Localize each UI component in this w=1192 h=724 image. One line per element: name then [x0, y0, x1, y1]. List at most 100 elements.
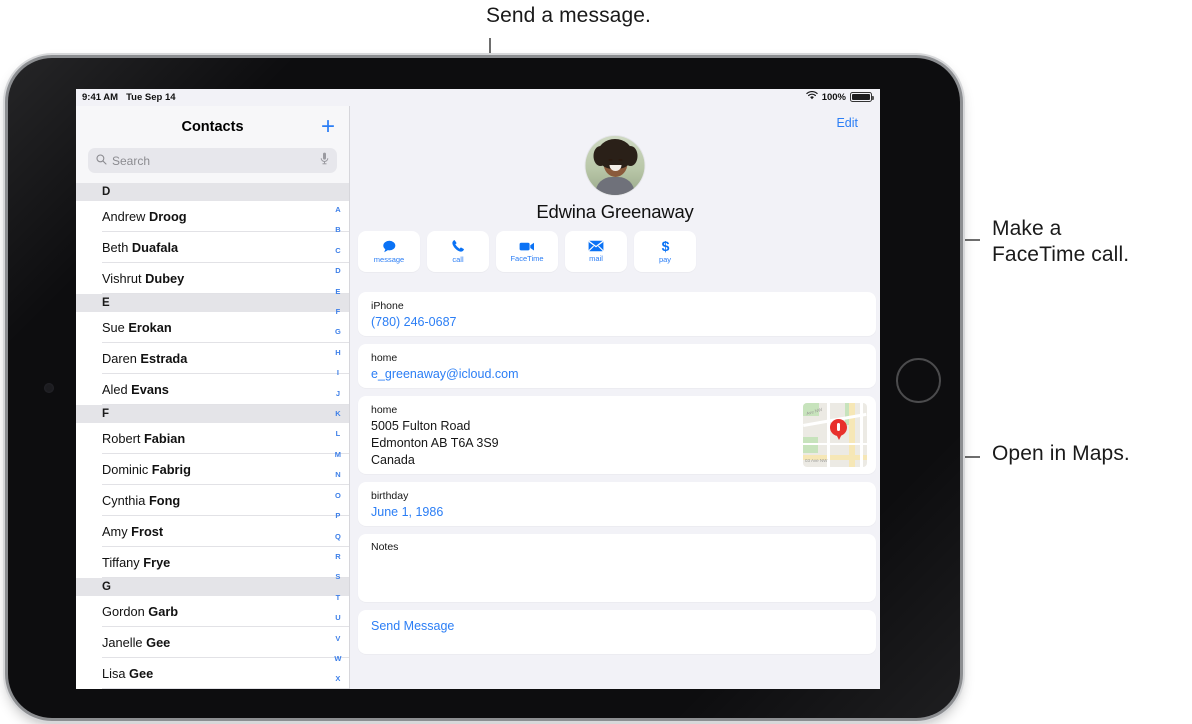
- contact-family-name: Estrada: [140, 351, 188, 366]
- quick-action-row: message call FaceTime mail $ pay: [356, 231, 874, 272]
- battery-percent-label: 100%: [821, 91, 846, 103]
- index-letter-j[interactable]: J: [336, 384, 340, 404]
- phone-icon: [451, 239, 465, 253]
- mail-button[interactable]: mail: [565, 231, 627, 272]
- index-letter-b[interactable]: B: [335, 220, 341, 240]
- contact-family-name: Fabian: [143, 431, 186, 446]
- phone-field-card[interactable]: iPhone (780) 246-0687: [358, 292, 876, 336]
- wifi-icon: [805, 91, 818, 103]
- index-letter-r[interactable]: R: [335, 547, 341, 567]
- contact-family-name: Dubey: [145, 271, 185, 286]
- notes-label: Notes: [371, 541, 399, 553]
- list-item[interactable]: Daren Estrada: [76, 343, 349, 374]
- add-contact-button[interactable]: +: [321, 115, 335, 139]
- index-letter-m[interactable]: M: [335, 445, 341, 465]
- list-item[interactable]: Lisa Gee: [76, 658, 349, 689]
- send-message-link[interactable]: Send Message: [371, 619, 863, 633]
- list-item[interactable]: Sue Erokan: [76, 312, 349, 343]
- index-letter-s[interactable]: S: [335, 567, 340, 587]
- list-item[interactable]: Robert Fabian: [76, 423, 349, 454]
- notes-field-card[interactable]: Notes: [358, 534, 876, 602]
- index-letter-l[interactable]: L: [336, 424, 341, 444]
- contact-given-name: Janelle: [102, 635, 147, 650]
- index-letter-t[interactable]: T: [336, 588, 341, 608]
- address-line-3: Canada: [371, 453, 415, 467]
- message-button[interactable]: message: [358, 231, 420, 272]
- microphone-icon[interactable]: [320, 152, 329, 170]
- index-letter-o[interactable]: O: [335, 486, 341, 506]
- contact-family-name: Gee: [129, 666, 154, 681]
- index-letter-k[interactable]: K: [335, 404, 341, 424]
- contact-name: Edwina Greenaway: [536, 201, 694, 222]
- edit-button[interactable]: Edit: [836, 116, 858, 130]
- svg-text:$: $: [661, 239, 669, 253]
- contact-given-name: Beth: [102, 240, 132, 255]
- index-letter-u[interactable]: U: [335, 608, 341, 628]
- address-field-card[interactable]: home 5005 Fulton Road Edmonton AB T6A 3S…: [358, 396, 876, 474]
- map-pin-icon: [830, 419, 847, 440]
- contact-family-name: Duafala: [131, 240, 179, 255]
- list-item[interactable]: Dominic Fabrig: [76, 454, 349, 485]
- index-letter-i[interactable]: I: [337, 363, 339, 383]
- search-field[interactable]: [88, 148, 337, 173]
- email-value[interactable]: e_greenaway@icloud.com: [371, 366, 863, 383]
- facetime-button-label: FaceTime: [510, 253, 544, 263]
- pay-button[interactable]: $ pay: [634, 231, 696, 272]
- index-letter-h[interactable]: H: [335, 343, 341, 363]
- index-letter-n[interactable]: N: [335, 465, 341, 485]
- index-letter-f[interactable]: F: [336, 302, 341, 322]
- call-button[interactable]: call: [427, 231, 489, 272]
- pay-button-label: pay: [658, 255, 672, 264]
- status-bar: 9:41 AM Tue Sep 14 100%: [76, 89, 880, 106]
- email-label: home: [371, 352, 398, 364]
- battery-full-icon: [850, 92, 874, 102]
- index-letter-q[interactable]: Q: [335, 527, 341, 547]
- index-letter-v[interactable]: V: [335, 629, 340, 649]
- index-letter-p[interactable]: P: [335, 506, 340, 526]
- contact-given-name: Andrew: [102, 209, 149, 224]
- send-message-card[interactable]: Send Message: [358, 610, 876, 654]
- list-item[interactable]: Cynthia Fong: [76, 485, 349, 516]
- contact-given-name: Tiffany: [102, 555, 144, 570]
- list-item[interactable]: Gordon Garb: [76, 596, 349, 627]
- contacts-scroll-area[interactable]: D Andrew Droog Beth Duafala Vishrut Dubey E S…: [76, 183, 349, 689]
- index-letter-a[interactable]: A: [335, 200, 341, 220]
- list-item[interactable]: Janelle Gee: [76, 627, 349, 658]
- email-field-card[interactable]: home e_greenaway@icloud.com: [358, 344, 876, 388]
- list-item[interactable]: Aled Evans: [76, 374, 349, 405]
- status-time: 9:41 AM: [82, 92, 119, 103]
- section-header: D: [76, 183, 349, 201]
- contact-detail-pane: Edit Edwina Greenaway message call FaceT…: [350, 106, 880, 689]
- index-letter-c[interactable]: C: [335, 241, 341, 261]
- list-item[interactable]: Amy Frost: [76, 516, 349, 547]
- contacts-list-pane: Contacts + Search D Andrew Droog Beth Du…: [76, 106, 350, 689]
- contact-family-name: Garb: [148, 604, 179, 619]
- contact-given-name: Amy: [102, 524, 132, 539]
- address-label: home: [371, 404, 398, 416]
- index-letter-d[interactable]: D: [335, 261, 341, 281]
- envelope-icon: [588, 240, 604, 252]
- search-input[interactable]: [112, 153, 320, 168]
- avatar[interactable]: [585, 136, 645, 195]
- birthday-value[interactable]: June 1, 1986: [371, 504, 863, 521]
- list-item[interactable]: Beth Duafala: [76, 232, 349, 263]
- contact-family-name: Frye: [143, 555, 171, 570]
- contact-given-name: Daren: [102, 351, 141, 366]
- list-item[interactable]: Tiffany Frye: [76, 547, 349, 578]
- index-letter-g[interactable]: G: [335, 322, 341, 342]
- callout-send-a-message: Send a message.: [486, 4, 651, 27]
- alphabet-index[interactable]: ABCDEFGHIJKLMNOPQRSTUVWXYZ#: [330, 200, 346, 689]
- contact-family-name: Evans: [131, 382, 169, 397]
- phone-label: iPhone: [371, 300, 404, 312]
- list-item[interactable]: Andrew Droog: [76, 201, 349, 232]
- list-item[interactable]: Vishrut Dubey: [76, 263, 349, 294]
- section-header: G: [76, 578, 349, 596]
- phone-value[interactable]: (780) 246-0687: [371, 314, 863, 331]
- map-thumbnail[interactable]: Ave NW 03 Ave NW: [803, 403, 867, 467]
- facetime-button[interactable]: FaceTime: [496, 231, 558, 272]
- index-letter-e[interactable]: E: [335, 282, 340, 302]
- home-button-icon[interactable]: [896, 358, 941, 403]
- index-letter-w[interactable]: W: [334, 649, 341, 669]
- birthday-field-card[interactable]: birthday June 1, 1986: [358, 482, 876, 526]
- index-letter-x[interactable]: X: [335, 669, 340, 689]
